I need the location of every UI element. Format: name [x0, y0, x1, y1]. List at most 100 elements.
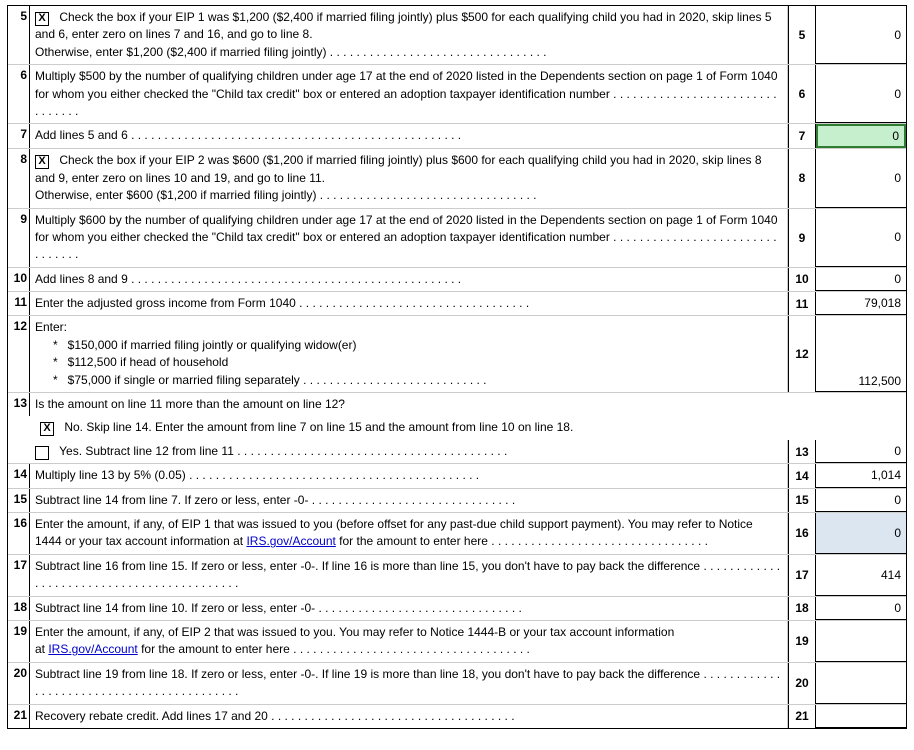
line-6-num: 6 — [8, 65, 30, 123]
line-5-text: Check the box if your EIP 1 was $1,200 (… — [35, 10, 772, 59]
line-17-text: Subtract line 16 from line 15. If zero o… — [35, 559, 780, 590]
line-13-yes-ref: 13 — [788, 440, 816, 463]
line-13-no-spacer — [788, 416, 816, 439]
line-5-row: 5 X Check the box if your EIP 1 was $1,2… — [8, 6, 906, 65]
line-6-row: 6 Multiply $500 by the number of qualify… — [8, 65, 906, 124]
line-13-no-linenum — [8, 416, 30, 439]
line-19-ref: 19 — [788, 621, 816, 662]
line-15-content: Subtract line 14 from line 7. If zero or… — [30, 489, 788, 512]
line-12-content: Enter: * $150,000 if married filing join… — [30, 316, 788, 392]
line-12-bullet-1: * $150,000 if married filing jointly or … — [35, 338, 356, 352]
line-13-yes-value: 0 — [816, 440, 906, 463]
line-18-ref: 18 — [788, 597, 816, 620]
line-20-ref: 20 — [788, 663, 816, 704]
line-19-row: 19 Enter the amount, if any, of EIP 2 th… — [8, 621, 906, 663]
line-15-ref: 15 — [788, 489, 816, 512]
line-13-spacer-val — [816, 393, 906, 416]
line-11-text: Enter the adjusted gross income from For… — [35, 296, 529, 310]
line-18-content: Subtract line 14 from line 10. If zero o… — [30, 597, 788, 620]
line-17-ref: 17 — [788, 555, 816, 596]
line-7-content: Add lines 5 and 6 . . . . . . . . . . . … — [30, 124, 788, 148]
line-10-text: Add lines 8 and 9 . . . . . . . . . . . … — [35, 272, 461, 286]
line-20-text: Subtract line 19 from line 18. If zero o… — [35, 667, 780, 698]
line-14-num: 14 — [8, 464, 30, 487]
line-18-row: 18 Subtract line 14 from line 10. If zer… — [8, 597, 906, 621]
line-16-link[interactable]: IRS.gov/Account — [246, 534, 335, 548]
line-13-no-checkbox[interactable]: X — [40, 422, 54, 436]
line-18-value: 0 — [816, 597, 906, 620]
line-8-value: 0 — [816, 149, 906, 207]
line-13-yes-text: Yes. Subtract line 12 from line 11 . . .… — [59, 444, 507, 458]
line-11-value: 79,018 — [816, 292, 906, 315]
line-11-content: Enter the adjusted gross income from For… — [30, 292, 788, 315]
line-17-num: 17 — [8, 555, 30, 596]
line-9-row: 9 Multiply $600 by the number of qualify… — [8, 209, 906, 268]
line-13-no-val — [816, 416, 906, 439]
line-5-checkbox-wrapper: X — [35, 12, 52, 26]
line-5-num: 5 — [8, 6, 30, 64]
line-12-ref: 12 — [788, 316, 816, 392]
line-13-yes-checkbox[interactable] — [35, 446, 49, 460]
line-13-question-content: Is the amount on line 11 more than the a… — [30, 393, 788, 416]
line-11-row: 11 Enter the adjusted gross income from … — [8, 292, 906, 316]
form-container: 5 X Check the box if your EIP 1 was $1,2… — [7, 5, 907, 729]
line-17-value: 414 — [816, 555, 906, 596]
line-9-ref: 9 — [788, 209, 816, 267]
line-7-num: 7 — [8, 124, 30, 148]
line-14-row: 14 Multiply line 13 by 5% (0.05) . . . .… — [8, 464, 906, 488]
line-8-num: 8 — [8, 149, 30, 207]
line-17-row: 17 Subtract line 16 from line 15. If zer… — [8, 555, 906, 597]
line-20-value — [816, 663, 906, 704]
line-18-num: 18 — [8, 597, 30, 620]
line-21-num: 21 — [8, 705, 30, 728]
line-13-num: 13 — [8, 393, 30, 416]
line-7-value: 0 — [816, 124, 906, 148]
line-10-value: 0 — [816, 268, 906, 291]
line-5-ref: 5 — [788, 6, 816, 64]
line-19-link[interactable]: IRS.gov/Account — [48, 642, 137, 656]
line-21-value — [816, 705, 906, 728]
line-10-content: Add lines 8 and 9 . . . . . . . . . . . … — [30, 268, 788, 291]
line-7-row: 7 Add lines 5 and 6 . . . . . . . . . . … — [8, 124, 906, 149]
line-13-no-content: X No. Skip line 14. Enter the amount fro… — [30, 416, 788, 439]
line-10-row: 10 Add lines 8 and 9 . . . . . . . . . .… — [8, 268, 906, 292]
line-18-text: Subtract line 14 from line 10. If zero o… — [35, 601, 522, 615]
line-21-ref: 21 — [788, 705, 816, 728]
line-9-content: Multiply $600 by the number of qualifyin… — [30, 209, 788, 267]
line-9-value: 0 — [816, 209, 906, 267]
line-12-row: 12 Enter: * $150,000 if married filing j… — [8, 316, 906, 393]
line-9-text: Multiply $600 by the number of qualifyin… — [35, 213, 778, 262]
line-12-bullet-3: * $75,000 if single or married filing se… — [35, 373, 487, 387]
line-16-value: 0 — [816, 513, 906, 554]
line-8-checkbox[interactable]: X — [35, 155, 49, 169]
line-16-ref: 16 — [788, 513, 816, 554]
line-19-text-after: for the amount to enter here . . . . . .… — [138, 642, 530, 656]
line-14-text: Multiply line 13 by 5% (0.05) . . . . . … — [35, 468, 479, 482]
line-12-num: 12 — [8, 316, 30, 392]
line-20-num: 20 — [8, 663, 30, 704]
line-19-value — [816, 621, 906, 662]
line-14-content: Multiply line 13 by 5% (0.05) . . . . . … — [30, 464, 788, 487]
line-9-num: 9 — [8, 209, 30, 267]
line-5-content: X Check the box if your EIP 1 was $1,200… — [30, 6, 788, 64]
line-8-text: Check the box if your EIP 2 was $600 ($1… — [35, 153, 762, 202]
line-8-checkbox-wrapper: X — [35, 155, 52, 169]
line-13-question-row: 13 Is the amount on line 11 more than th… — [8, 393, 906, 416]
line-6-ref: 6 — [788, 65, 816, 123]
line-10-num: 10 — [8, 268, 30, 291]
line-17-content: Subtract line 16 from line 15. If zero o… — [30, 555, 788, 596]
line-13-no-row: X No. Skip line 14. Enter the amount fro… — [8, 416, 906, 439]
line-21-text: Recovery rebate credit. Add lines 17 and… — [35, 709, 515, 723]
line-13-yes-checkbox-wrapper — [35, 446, 52, 460]
line-21-row: 21 Recovery rebate credit. Add lines 17 … — [8, 705, 906, 728]
line-14-ref: 14 — [788, 464, 816, 487]
line-11-ref: 11 — [788, 292, 816, 315]
line-21-content: Recovery rebate credit. Add lines 17 and… — [30, 705, 788, 728]
line-5-checkbox[interactable]: X — [35, 12, 49, 26]
line-19-num: 19 — [8, 621, 30, 662]
line-12-value: 112,500 — [816, 316, 906, 392]
line-15-row: 15 Subtract line 14 from line 7. If zero… — [8, 489, 906, 513]
line-13-yes-row: Yes. Subtract line 12 from line 11 . . .… — [8, 440, 906, 464]
line-13-yes-content: Yes. Subtract line 12 from line 11 . . .… — [30, 440, 788, 463]
line-13-yes-linenum — [8, 440, 30, 463]
